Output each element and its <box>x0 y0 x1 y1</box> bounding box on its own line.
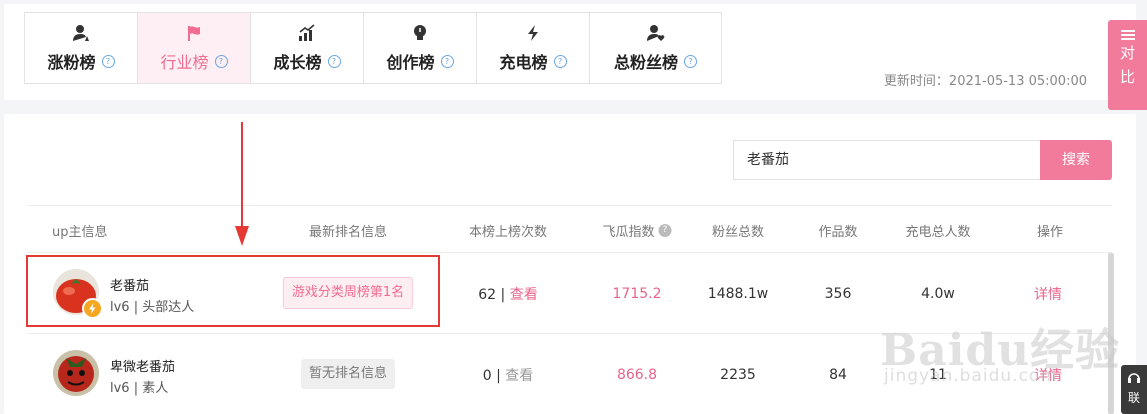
up-level: lv6 | 素人 <box>110 381 169 396</box>
header-times-on-list: 本榜上榜次数 <box>468 225 548 240</box>
header-works: 作品数 <box>818 225 858 240</box>
divider <box>28 252 1112 253</box>
divider <box>28 205 1112 206</box>
lightning-icon <box>523 23 543 43</box>
help-icon[interactable]: ? <box>553 54 567 68</box>
user-heart-icon <box>646 23 666 43</box>
compare-button[interactable]: 对 比 <box>1108 20 1147 110</box>
rank-tag: 暂无排名信息 <box>300 359 396 389</box>
contact-button[interactable]: 联 <box>1121 365 1147 414</box>
tab-label: 充电榜 <box>499 53 548 72</box>
headset-icon <box>1128 373 1140 383</box>
times-on-list: 62 | 查看 <box>478 284 537 304</box>
charge-total: 11 <box>929 367 947 383</box>
rank-tag: 游戏分类周榜第1名 <box>282 277 414 309</box>
lightbulb-icon <box>410 23 430 43</box>
up-name[interactable]: 卑微老番茄 <box>110 356 175 375</box>
tab-creation[interactable]: 创作榜 ? <box>364 13 477 83</box>
header-feigua-label: 飞瓜指数 <box>602 225 655 240</box>
times-on-list: 0 | 查看 <box>483 365 534 385</box>
help-icon[interactable]: ? <box>327 54 341 68</box>
help-icon[interactable]: ? <box>440 54 454 68</box>
up-level: lv6 | 头部达人 <box>110 300 195 315</box>
tab-label: 涨粉榜 <box>47 53 96 72</box>
tab-charge[interactable]: 充电榜 ? <box>477 13 590 83</box>
update-time: 更新时间：2021-05-13 05:00:00 <box>883 74 1087 89</box>
tab-growth[interactable]: 成长榜 ? <box>251 13 364 83</box>
contact-label: 联 <box>1127 391 1140 405</box>
tab-label: 创作榜 <box>386 53 435 72</box>
search-button[interactable]: 搜索 <box>1040 140 1112 180</box>
menu-icon <box>1120 30 1135 40</box>
works-count: 84 <box>829 367 847 383</box>
ranking-tabs: 涨粉榜 ? 行业榜 ? 成长榜 ? 创作榜 ? 充电榜 ? 总粉丝榜 ? <box>24 12 722 84</box>
compare-label-1: 对 <box>1119 44 1135 62</box>
header-actions: 操作 <box>1036 225 1064 240</box>
up-name[interactable]: 老番茄 <box>110 275 149 294</box>
tab-total-fans[interactable]: 总粉丝榜 ? <box>590 13 721 83</box>
tab-industry[interactable]: 行业榜 ? <box>138 13 251 83</box>
annotation-arrow <box>235 122 249 246</box>
header-feigua-index: 飞瓜指数 ? <box>602 221 672 240</box>
header-up-info: up主信息 <box>52 225 108 240</box>
divider <box>28 333 1112 334</box>
help-icon[interactable]: ? <box>101 54 115 68</box>
view-link[interactable]: 查看 <box>505 368 533 384</box>
times-separator: | <box>496 368 506 384</box>
charge-badge <box>82 298 103 319</box>
help-icon[interactable]: ? <box>658 224 672 237</box>
feigua-index: 1715.2 <box>612 286 662 302</box>
growth-bars-icon <box>297 23 317 43</box>
tab-label: 行业榜 <box>160 53 209 72</box>
view-link[interactable]: 查看 <box>510 287 538 303</box>
help-icon[interactable]: ? <box>214 54 228 68</box>
times-value: 62 <box>478 287 497 303</box>
compare-label-2: 比 <box>1119 68 1135 86</box>
user-up-icon <box>71 23 91 43</box>
scrollbar[interactable] <box>1108 253 1114 414</box>
help-icon[interactable]: ? <box>684 54 697 68</box>
fans-total: 2235 <box>720 367 756 383</box>
tab-label: 成长榜 <box>273 53 322 72</box>
search-input[interactable]: 老番茄 <box>733 140 1041 180</box>
header-latest-rank: 最新排名信息 <box>308 225 388 240</box>
charge-total: 4.0w <box>921 286 955 302</box>
header-charge-total: 充电总人数 <box>905 225 971 240</box>
avatar[interactable] <box>53 350 99 396</box>
tab-fans-growth[interactable]: 涨粉榜 ? <box>25 13 138 83</box>
works-count: 356 <box>824 286 852 302</box>
fans-total: 1488.1w <box>707 286 769 302</box>
header-fans-total: 粉丝总数 <box>711 225 765 240</box>
feigua-index: 866.8 <box>616 367 658 383</box>
flag-icon <box>184 23 204 43</box>
detail-link[interactable]: 详情 <box>1034 365 1062 385</box>
lightning-icon <box>89 303 96 314</box>
times-value: 0 <box>482 368 492 384</box>
detail-link[interactable]: 详情 <box>1034 284 1062 304</box>
tab-label: 总粉丝榜 <box>613 53 678 72</box>
